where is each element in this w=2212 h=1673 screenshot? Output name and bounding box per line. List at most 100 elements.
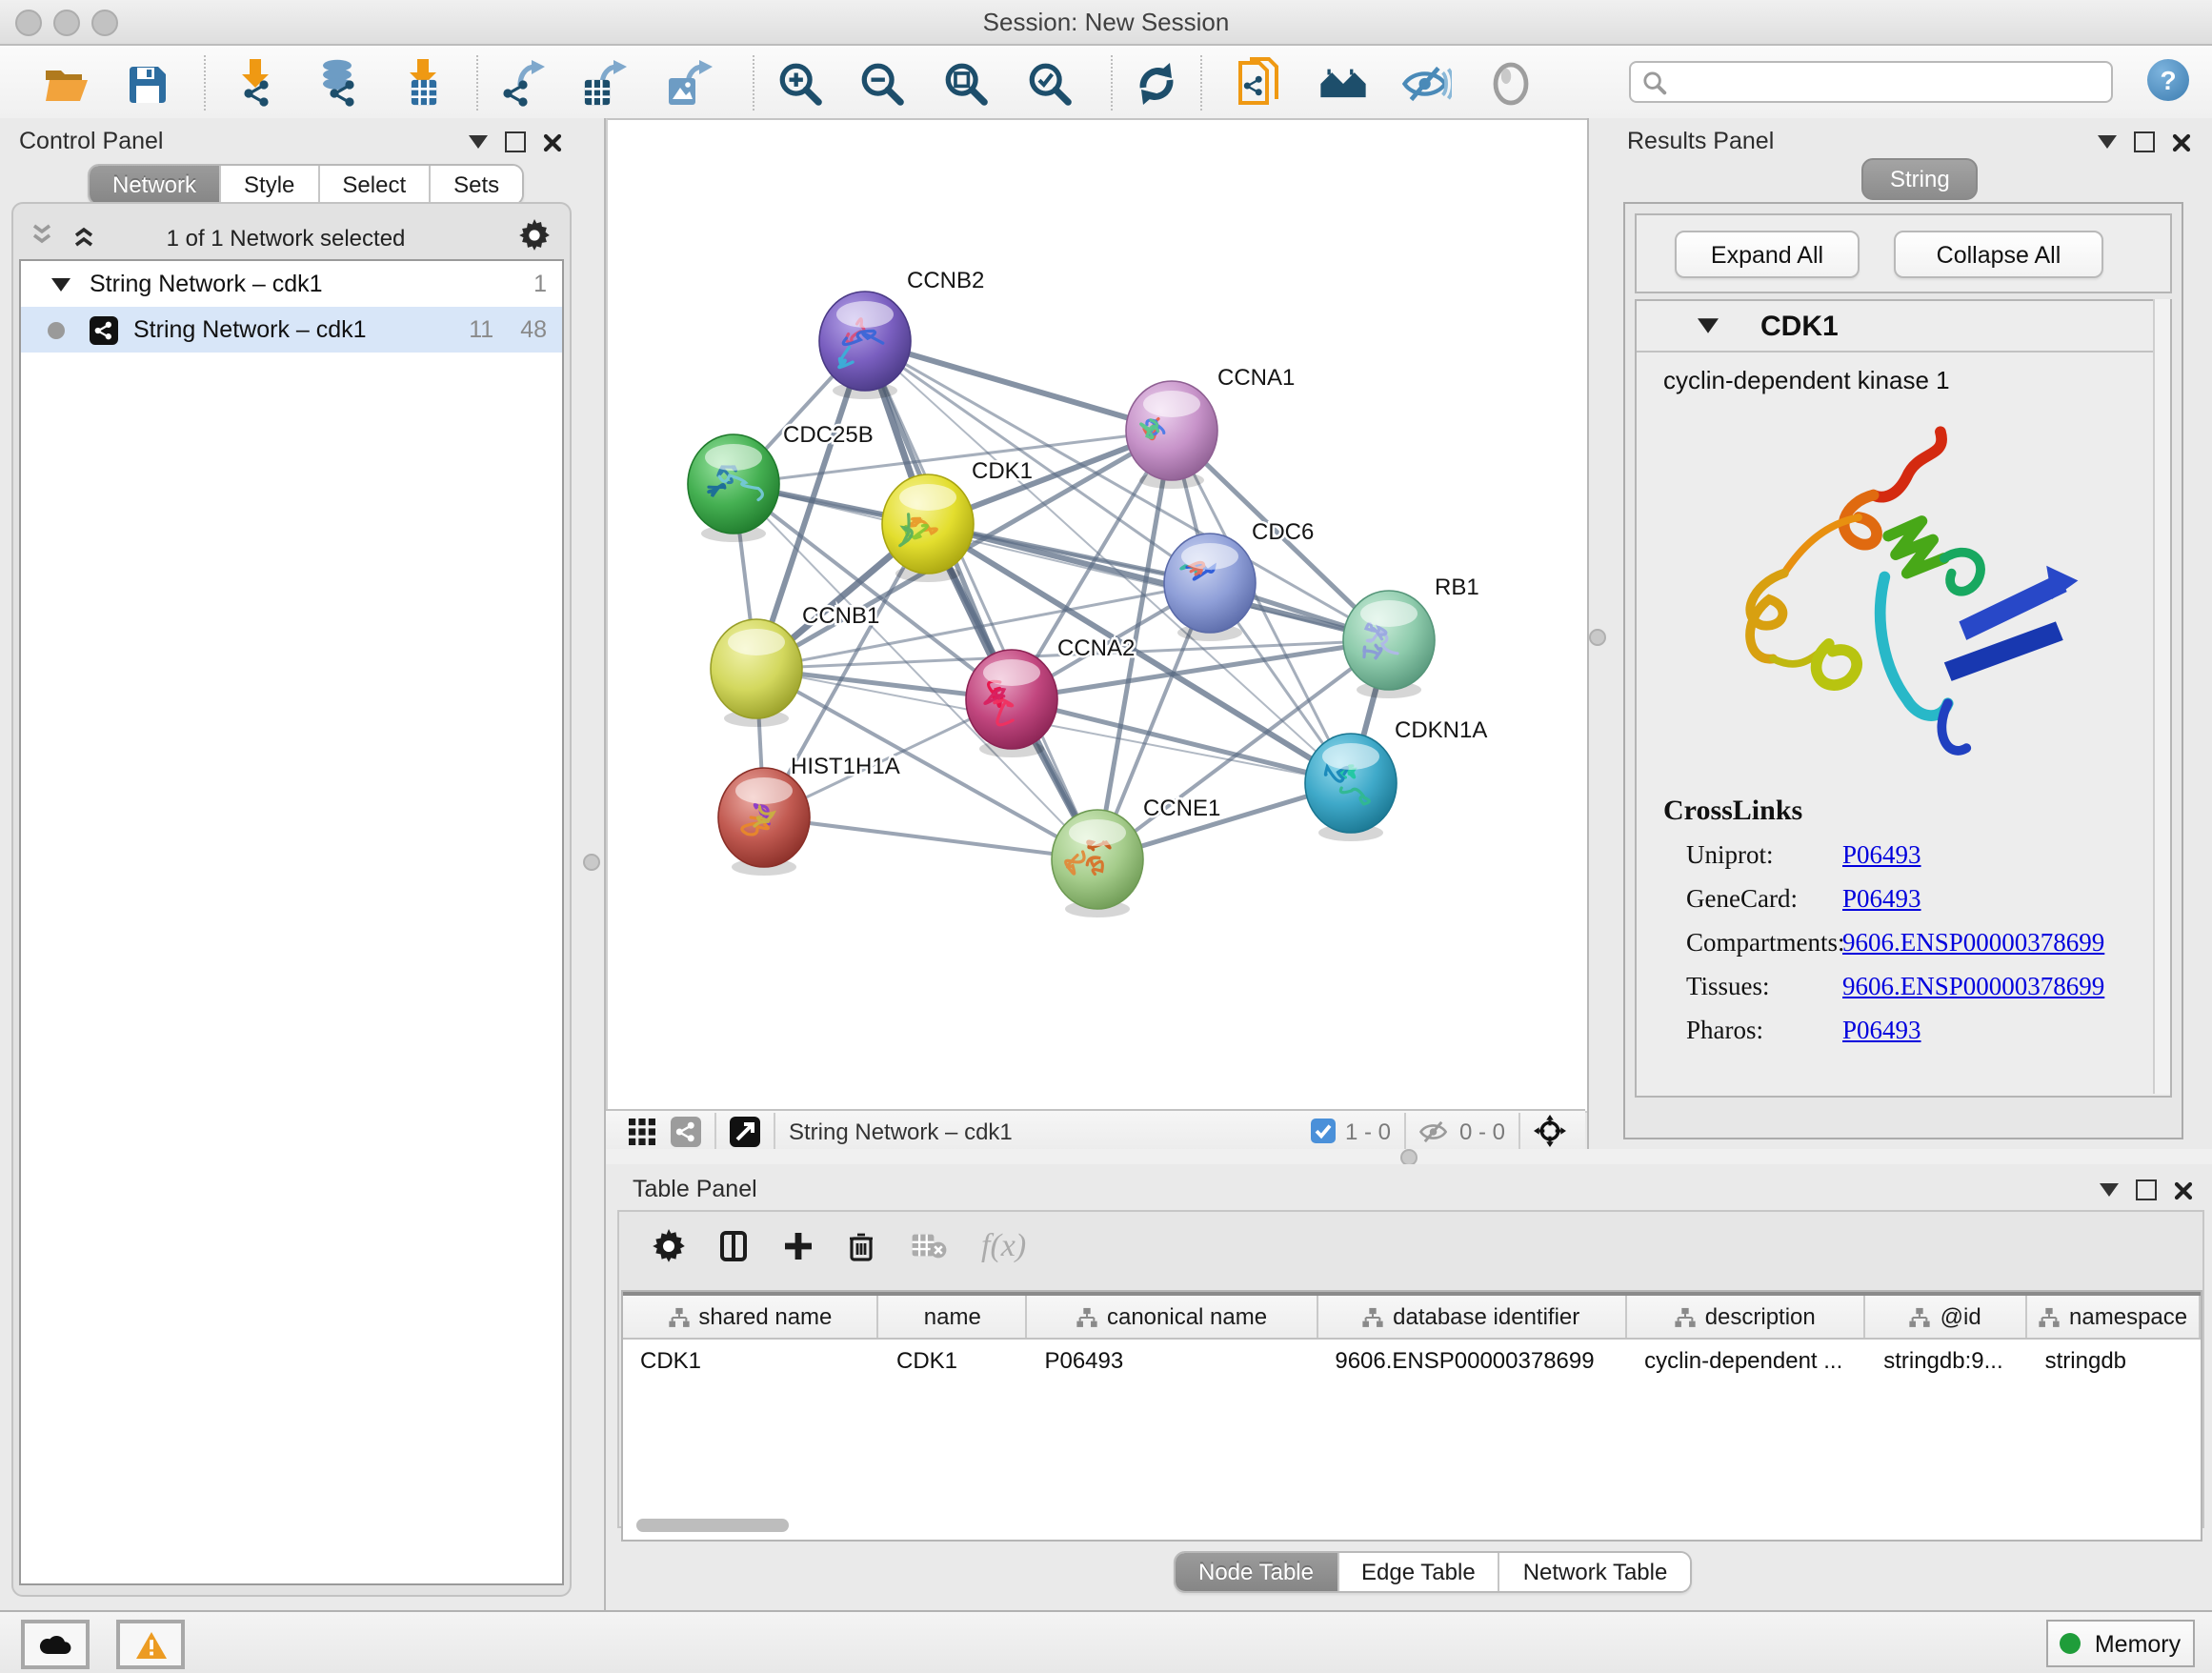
edge[interactable]	[764, 817, 1097, 859]
delete-column-icon[interactable]	[848, 1230, 876, 1262]
network-collection-row[interactable]: String Network – cdk1 1	[21, 261, 562, 307]
collapse-panel-icon[interactable]	[2098, 135, 2117, 149]
close-panel-icon[interactable]	[543, 132, 562, 151]
memory-button[interactable]: Memory	[2046, 1620, 2195, 1667]
export-network-button[interactable]	[499, 59, 549, 109]
crosslink-link[interactable]: 9606.ENSP00000378699	[1842, 928, 2104, 958]
node-ccna1[interactable]	[1126, 381, 1217, 480]
column-header-database-identifier[interactable]: database identifier	[1317, 1296, 1626, 1338]
node-ccnb2[interactable]	[819, 292, 911, 391]
string-view-icon[interactable]	[671, 1116, 701, 1146]
table-cell[interactable]: 9606.ENSP00000378699	[1317, 1340, 1627, 1381]
protein-expander-icon[interactable]	[1698, 318, 1719, 333]
crosslink-link[interactable]: P06493	[1842, 840, 1921, 871]
string-import-button[interactable]	[1235, 59, 1284, 109]
tab-style[interactable]: Style	[221, 166, 319, 204]
home-networks-button[interactable]	[1318, 59, 1368, 109]
export-image-button[interactable]	[665, 59, 714, 109]
help-button[interactable]: ?	[2147, 59, 2189, 101]
show-columns-icon[interactable]	[720, 1230, 749, 1262]
show-hide-eye-button[interactable]	[1402, 59, 1452, 109]
eye-disabled-icon[interactable]	[1486, 59, 1536, 109]
warnings-button[interactable]	[116, 1620, 185, 1669]
crosslink-link[interactable]: 9606.ENSP00000378699	[1842, 972, 2104, 1002]
collapse-panel-icon[interactable]	[2100, 1183, 2119, 1197]
node-cdc25b[interactable]	[688, 434, 779, 534]
tab-edge-table[interactable]: Edge Table	[1338, 1553, 1500, 1591]
create-column-icon[interactable]	[783, 1231, 814, 1261]
node-hist1h1a[interactable]	[718, 768, 810, 867]
tab-node-table[interactable]: Node Table	[1176, 1553, 1338, 1591]
float-panel-icon[interactable]	[505, 131, 526, 152]
import-table-button[interactable]	[400, 59, 450, 109]
search-field[interactable]	[1629, 61, 2113, 103]
zoom-in-button[interactable]	[775, 59, 825, 109]
open-in-window-icon[interactable]	[730, 1116, 760, 1146]
splitter-handle[interactable]	[1589, 629, 1606, 646]
open-session-button[interactable]	[42, 59, 91, 109]
column-header-name[interactable]: name	[879, 1296, 1028, 1338]
close-panel-icon[interactable]	[2172, 132, 2191, 151]
column-header-description[interactable]: description	[1626, 1296, 1865, 1338]
save-session-button[interactable]	[122, 59, 171, 109]
zoom-out-button[interactable]	[857, 59, 907, 109]
import-network-file-button[interactable]	[232, 59, 282, 109]
export-table-button[interactable]	[581, 59, 631, 109]
cloud-status-button[interactable]	[21, 1620, 90, 1669]
refresh-view-button[interactable]	[1132, 59, 1181, 109]
fit-selected-crosshair-icon[interactable]	[1534, 1115, 1566, 1147]
node-rb1[interactable]	[1343, 591, 1435, 690]
column-header-namespace[interactable]: namespace	[2027, 1296, 2201, 1338]
node-ccna2[interactable]	[966, 650, 1057, 749]
table-cell[interactable]: cyclin-dependent ...	[1627, 1340, 1866, 1381]
tab-string[interactable]: String	[1861, 158, 1979, 200]
zoom-selected-button[interactable]	[1025, 59, 1075, 109]
tab-sets[interactable]: Sets	[431, 166, 522, 204]
selected-checkbox-icon[interactable]	[1311, 1119, 1336, 1143]
zoom-fit-button[interactable]	[941, 59, 991, 109]
search-input[interactable]	[1675, 67, 2100, 97]
node-cdk1[interactable]	[882, 474, 974, 574]
results-scrollbar[interactable]	[2153, 299, 2170, 1094]
table-options-gear-icon[interactable]	[652, 1229, 686, 1263]
column-header-shared-name[interactable]: shared name	[623, 1296, 879, 1338]
table-hscrollbar-thumb[interactable]	[636, 1519, 789, 1532]
node-ccne1[interactable]	[1052, 810, 1143, 909]
edge[interactable]	[865, 341, 1172, 431]
table-row[interactable]: CDK1CDK1P064939606.ENSP00000378699cyclin…	[623, 1340, 2201, 1381]
column-header-canonical-name[interactable]: canonical name	[1028, 1296, 1317, 1338]
network-row-selected[interactable]: String Network – cdk1 11 48	[21, 307, 562, 353]
network-options-gear-icon[interactable]	[518, 219, 551, 252]
delete-table-icon[interactable]	[911, 1233, 947, 1260]
tab-select[interactable]: Select	[319, 166, 431, 204]
tab-network-table[interactable]: Network Table	[1500, 1553, 1691, 1591]
shared-attribute-icon	[2039, 1306, 2060, 1327]
tab-network[interactable]: Network	[90, 166, 221, 204]
expand-all-button[interactable]: Expand All	[1675, 231, 1860, 278]
splitter-handle[interactable]	[583, 854, 600, 871]
table-cell[interactable]: CDK1	[879, 1340, 1027, 1381]
table-cell[interactable]: stringdb:9...	[1866, 1340, 2027, 1381]
function-builder-button[interactable]: f(x)	[981, 1227, 1026, 1265]
table-cell[interactable]: P06493	[1027, 1340, 1317, 1381]
column-header--id[interactable]: @id	[1865, 1296, 2027, 1338]
collapse-panel-icon[interactable]	[469, 135, 488, 149]
import-network-database-button[interactable]	[312, 59, 362, 109]
crosslink-link[interactable]: P06493	[1842, 884, 1921, 915]
collapse-all-button[interactable]: Collapse All	[1894, 231, 2103, 278]
hidden-eye-icon[interactable]	[1419, 1119, 1450, 1142]
table-cell[interactable]: CDK1	[623, 1340, 879, 1381]
node-cdkn1a[interactable]	[1305, 734, 1397, 833]
tree-expander-icon[interactable]	[51, 277, 70, 291]
crosslink-link[interactable]: P06493	[1842, 1016, 1921, 1046]
node-cdc6[interactable]	[1164, 534, 1256, 633]
node-ccnb1[interactable]	[711, 619, 802, 718]
float-panel-icon[interactable]	[2134, 131, 2155, 152]
network-canvas[interactable]: CCNB2CCNA1CDC25BCDK1CDC6RB1CCNB1CCNA2CDK…	[606, 118, 1589, 1113]
close-panel-icon[interactable]	[2174, 1180, 2193, 1199]
edge[interactable]	[865, 341, 1097, 859]
table-cell[interactable]: stringdb	[2028, 1340, 2201, 1381]
protein-card-header[interactable]: CDK1	[1637, 301, 2170, 353]
float-panel-icon[interactable]	[2136, 1179, 2157, 1200]
birdseye-grid-icon[interactable]	[629, 1118, 655, 1144]
